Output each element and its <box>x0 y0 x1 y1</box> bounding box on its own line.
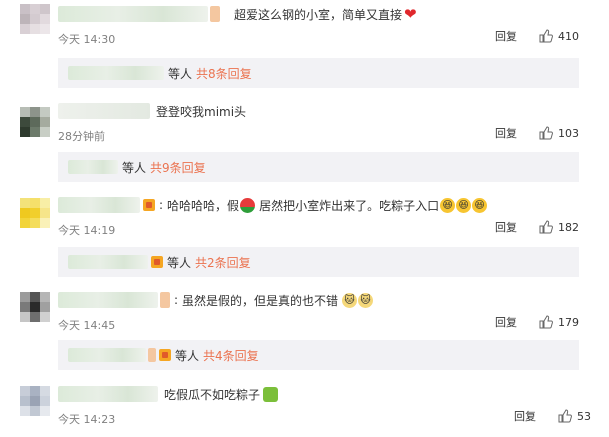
heart-icon: ❤ <box>404 5 417 23</box>
comment-time: 今天 14:30 <box>58 33 116 46</box>
reply-summary[interactable]: 等人 共9条回复 <box>58 152 579 182</box>
view-replies-link[interactable]: 共4条回复 <box>203 347 259 364</box>
like-count: 179 <box>558 315 579 329</box>
like-count: 53 <box>577 409 591 423</box>
laughing-face-icon: 😆 <box>440 197 456 213</box>
zongzi-icon <box>263 386 279 402</box>
avatar[interactable] <box>20 292 50 322</box>
username[interactable] <box>58 386 158 402</box>
cat-face-icon: 🐱 <box>342 292 358 308</box>
like-button[interactable]: 410 <box>539 29 579 43</box>
like-button[interactable]: 53 <box>558 409 591 423</box>
comment-text: 超爱这么钢的小室，简单又直接 <box>234 7 403 22</box>
user-badge-icon <box>143 199 155 211</box>
avatar[interactable] <box>20 107 50 137</box>
like-count: 182 <box>558 220 579 234</box>
thumbs-up-icon <box>558 409 572 423</box>
comment-time: 28分钟前 <box>58 130 105 143</box>
comment-text: 哈哈哈哈，假 <box>167 198 240 213</box>
username[interactable] <box>58 6 208 22</box>
avatar[interactable] <box>20 4 50 34</box>
reply-button[interactable]: 回复 <box>514 408 536 424</box>
reply-button[interactable]: 回复 <box>495 219 517 235</box>
comment-time: 今天 14:23 <box>58 413 116 426</box>
view-replies-link[interactable]: 共9条回复 <box>150 159 206 176</box>
comment-text-continued: 居然把小室炸出来了。吃粽子入口 <box>259 198 440 213</box>
reply-summary[interactable]: 等人 共8条回复 <box>58 58 579 88</box>
like-count: 410 <box>558 29 579 43</box>
username[interactable] <box>58 197 140 213</box>
like-button[interactable]: 103 <box>539 126 579 140</box>
reply-button[interactable]: 回复 <box>495 28 517 44</box>
comment-text: 吃假瓜不如吃粽子 <box>164 387 261 402</box>
cat-face-icon: 🐱 <box>358 292 374 308</box>
reply-button[interactable]: 回复 <box>495 125 517 141</box>
laughing-face-icon: 😆 <box>456 197 472 213</box>
comment-text: 虽然是假的，但是真的也不错 <box>182 293 339 308</box>
username[interactable] <box>58 292 158 308</box>
user-badge-icon <box>159 349 171 361</box>
reply-summary[interactable]: 等人 共2条回复 <box>58 247 579 277</box>
avatar[interactable] <box>20 386 50 416</box>
thumbs-up-icon <box>539 315 553 329</box>
comment-text: 登登咬我mimi头 <box>156 104 247 119</box>
view-replies-link[interactable]: 共8条回复 <box>196 65 252 82</box>
username[interactable] <box>58 103 150 119</box>
like-count: 103 <box>558 126 579 140</box>
view-replies-link[interactable]: 共2条回复 <box>195 254 251 271</box>
thumbs-up-icon <box>539 126 553 140</box>
avatar[interactable] <box>20 198 50 228</box>
thumbs-up-icon <box>539 220 553 234</box>
reply-button[interactable]: 回复 <box>495 314 517 330</box>
like-button[interactable]: 179 <box>539 315 579 329</box>
user-badge-icon <box>151 256 163 268</box>
comment-time: 今天 14:45 <box>58 319 116 332</box>
like-button[interactable]: 182 <box>539 220 579 234</box>
reply-summary[interactable]: 等人 共4条回复 <box>58 340 579 370</box>
watermelon-icon <box>240 197 256 213</box>
comment-time: 今天 14:19 <box>58 224 116 237</box>
thumbs-up-icon <box>539 29 553 43</box>
laughing-face-icon: 😆 <box>472 197 488 213</box>
